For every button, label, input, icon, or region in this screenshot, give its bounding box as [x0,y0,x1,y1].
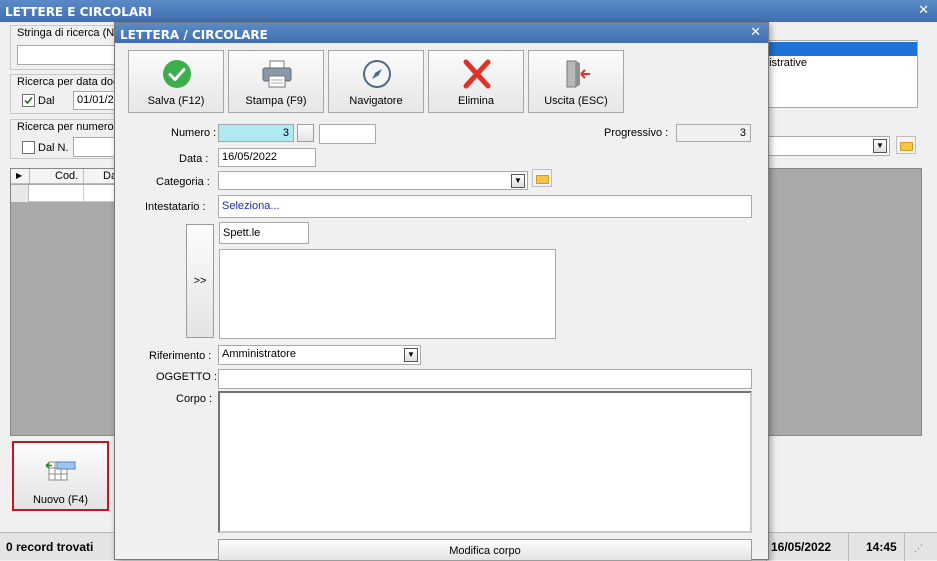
progressivo-label: Progressivo : [604,127,669,139]
new-button-label: Nuovo (F4) [32,494,89,506]
print-button[interactable]: Stampa (F9) [228,50,324,113]
date-from-checkbox-label: Dal [38,95,55,107]
dialog-titlebar: LETTERA / CIRCOLARE ✕ [115,23,768,43]
edit-body-button[interactable]: Modifica corpo [218,539,752,561]
status-time: 14:45 [866,540,897,554]
delete-button[interactable]: Elimina [428,50,524,113]
riferimento-combo[interactable]: Amministratore ▼ [218,345,421,365]
new-record-icon [45,461,76,481]
category-list-item[interactable]: nistrative [763,57,807,69]
red-x-icon [463,59,491,89]
numero-label: Numero : [171,127,217,139]
grid-col-cod[interactable]: Cod. [55,170,78,182]
main-titlebar: LETTERE E CIRCOLARI ✕ [0,0,937,22]
grid-empty-row[interactable] [11,185,116,202]
edit-body-button-label: Modifica corpo [449,545,521,557]
numero-input[interactable]: 3 [218,124,294,142]
categoria-dropdown-icon[interactable]: ▼ [511,174,525,188]
numero-small-button[interactable] [297,124,314,142]
data-value: 16/05/2022 [222,151,278,163]
riferimento-dropdown-icon[interactable]: ▼ [404,348,418,362]
date-search-label: Ricerca per data doc [17,76,119,88]
dialog-close-icon[interactable]: ✕ [750,25,761,40]
progressivo-value: 3 [739,127,746,139]
grid-header: ▶ Cod. Da [11,169,117,184]
number-search-label: Ricerca per numero [17,121,114,133]
categoria-combo[interactable]: ▼ [218,171,528,190]
grid-row-indicator-icon: ▶ [16,171,23,180]
corpo-textarea[interactable] [218,391,752,533]
main-close-icon[interactable]: ✕ [918,3,929,18]
search-label: Stringa di ricerca (Nu [17,27,121,39]
oggetto-label: OGGETTO : [156,371,217,383]
intestatario-label: Intestatario : [145,201,206,213]
date-from-checkbox[interactable] [22,94,35,107]
letter-dialog: LETTERA / CIRCOLARE ✕ Salva (F12) Stampa… [114,22,769,561]
main-filter-combo[interactable]: ▼ [762,136,890,156]
data-input[interactable]: 16/05/2022 [218,148,316,167]
address-textarea[interactable] [219,249,556,339]
numero-suffix-input[interactable] [319,124,376,144]
number-from-checkbox-label: Dal N. [38,142,69,154]
address-expand-button[interactable]: >> [186,224,214,338]
spett-input[interactable]: Spett.le [219,222,309,244]
printer-icon [262,60,292,88]
address-expand-label: >> [193,275,207,287]
riferimento-value: Amministratore [222,348,296,360]
check-circle-icon [163,60,191,88]
main-filter-dropdown-icon[interactable]: ▼ [873,139,887,153]
oggetto-input[interactable] [218,369,752,389]
status-records: 0 record trovati [6,540,94,554]
categoria-label: Categoria : [156,176,210,188]
print-button-label: Stampa (F9) [245,95,307,107]
corpo-label: Corpo : [176,393,213,405]
categoria-folder-icon[interactable] [532,169,552,187]
category-list[interactable]: nistrative [762,40,918,108]
date-from-input[interactable]: 01/01/2 [73,91,120,110]
save-button[interactable]: Salva (F12) [128,50,224,113]
intestatario-value[interactable]: Seleziona... [222,200,279,212]
number-from-checkbox[interactable] [22,141,35,154]
main-window-title: LETTERE E CIRCOLARI [5,5,152,19]
dialog-title: LETTERA / CIRCOLARE [120,28,268,42]
spett-value: Spett.le [223,227,261,239]
navigator-button-label: Navigatore [349,95,403,107]
main-filter-folder-icon[interactable] [896,136,916,154]
exit-button-label: Uscita (ESC) [544,95,608,107]
navigator-button[interactable]: Navigatore [328,50,424,113]
exit-door-icon [566,60,590,88]
date-from-value: 01/01/2 [77,94,114,106]
exit-button[interactable]: Uscita (ESC) [528,50,624,113]
status-date: 16/05/2022 [771,540,832,554]
category-list-selected-row[interactable] [763,42,917,56]
search-input[interactable] [17,45,120,65]
progressivo-field: 3 [676,124,751,142]
delete-button-label: Elimina [457,95,495,107]
new-button[interactable]: Nuovo (F4) [12,441,109,511]
save-button-label: Salva (F12) [147,95,205,107]
number-from-input[interactable] [73,137,120,157]
riferimento-label: Riferimento : [149,350,212,362]
numero-value: 3 [282,127,289,139]
intestatario-input[interactable]: Seleziona... [218,195,752,218]
data-label: Data : [179,153,209,165]
compass-icon [363,60,391,88]
resize-grip-icon[interactable]: ⋰ [914,543,923,554]
